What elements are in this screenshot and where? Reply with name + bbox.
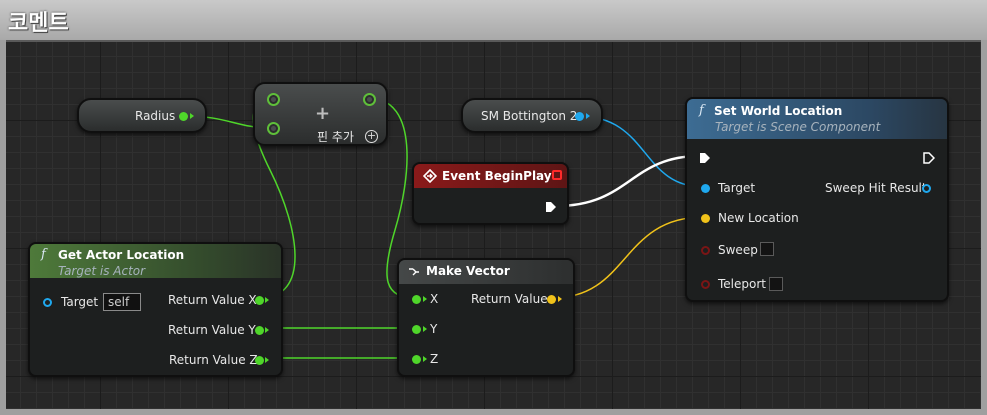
make-vector-z-pin[interactable]: [412, 355, 421, 364]
return-value-y-pin[interactable]: [255, 326, 264, 335]
teleport-checkbox[interactable]: [769, 277, 783, 291]
event-beginplay-title: Event BeginPlay: [442, 169, 552, 183]
add-node-output-pin[interactable]: [363, 93, 376, 106]
sm-bottington-label: SM Bottington 2: [481, 109, 578, 123]
z-pin-arrow-icon: [423, 356, 427, 362]
actor-target-input-pin[interactable]: [43, 298, 52, 307]
function-icon: f: [699, 103, 704, 118]
add-operator-icon: +: [315, 103, 331, 124]
return-value-y-label: Return Value Y: [168, 323, 256, 337]
return-x-arrow-icon: [265, 297, 269, 303]
sweep-label: Sweep: [718, 243, 758, 257]
set-world-location-subtitle: Target is Scene Component: [715, 120, 881, 134]
make-vector-y-pin[interactable]: [412, 325, 421, 334]
teleport-input-pin[interactable]: [701, 280, 710, 289]
y-pin-arrow-icon: [423, 326, 427, 332]
add-node-input-pin-a[interactable]: [267, 93, 280, 106]
return-value-z-label: Return Value Z: [169, 353, 258, 367]
radius-output-arrow-icon: [190, 113, 194, 119]
make-vector-title: Make Vector: [426, 264, 510, 278]
target-input-pin[interactable]: [701, 184, 710, 193]
return-y-arrow-icon: [265, 327, 269, 333]
beginplay-exec-output-icon[interactable]: [545, 201, 557, 213]
make-vector-x-label: X: [430, 292, 439, 306]
make-vector-return-pin[interactable]: [547, 295, 556, 304]
radius-output-pin[interactable]: [179, 112, 188, 121]
make-vector-y-label: Y: [430, 322, 438, 336]
set-world-location-title: Set World Location: [714, 104, 843, 118]
add-node[interactable]: + 핀 추가 +: [253, 82, 388, 146]
delegate-pin-icon[interactable]: [552, 170, 562, 180]
add-node-input-pin-b[interactable]: [267, 122, 280, 135]
make-vector-node[interactable]: Make Vector X Return Value Y Z: [397, 258, 575, 377]
get-actor-location-node[interactable]: f Get Actor Location Target is Actor Tar…: [28, 242, 283, 377]
get-actor-location-title: Get Actor Location: [58, 248, 185, 262]
function-icon: f: [41, 247, 46, 262]
add-pin-plus-icon[interactable]: +: [365, 130, 378, 143]
return-value-z-pin[interactable]: [255, 356, 264, 365]
make-vector-x-pin[interactable]: [412, 295, 421, 304]
sm-bottington-output-pin[interactable]: [575, 112, 584, 121]
make-struct-icon: [409, 268, 419, 276]
sm-bottington-node[interactable]: SM Bottington 2: [461, 98, 603, 133]
return-vector-arrow-icon: [558, 296, 562, 302]
return-value-x-label: Return Value X: [168, 293, 257, 307]
set-world-location-node[interactable]: f Set World Location Target is Scene Com…: [685, 97, 949, 302]
wire-exec: [555, 154, 701, 208]
sm-bottington-arrow-icon: [586, 113, 590, 119]
return-z-arrow-icon: [265, 357, 269, 363]
target-input-label: Target: [718, 181, 756, 195]
actor-target-self-field[interactable]: self: [103, 293, 141, 311]
x-pin-arrow-icon: [423, 296, 427, 302]
exec-input-pin-icon[interactable]: [699, 152, 711, 164]
radius-label: Radius: [135, 109, 176, 123]
teleport-label: Teleport: [718, 277, 766, 291]
new-location-input-pin[interactable]: [701, 214, 710, 223]
radius-node[interactable]: Radius: [77, 98, 207, 133]
event-beginplay-node[interactable]: Event BeginPlay: [412, 162, 569, 225]
sweep-checkbox[interactable]: [760, 242, 774, 256]
sweep-hit-result-label: Sweep Hit Result: [825, 181, 927, 195]
event-diamond-icon: [423, 169, 437, 183]
new-location-label: New Location: [718, 211, 799, 225]
add-pin-button-label[interactable]: 핀 추가: [317, 128, 354, 145]
blueprint-graph-canvas[interactable]: 코멘트 Radius + 핀 추가 + SM Bottington 2 f Se…: [0, 0, 987, 415]
make-vector-return-label: Return Value: [471, 292, 548, 306]
make-vector-z-label: Z: [430, 352, 439, 366]
actor-target-label: Target: [61, 295, 99, 309]
get-actor-location-subtitle: Target is Actor: [58, 264, 146, 278]
return-value-x-pin[interactable]: [255, 296, 264, 305]
sweep-hit-result-pin[interactable]: [922, 184, 931, 193]
sweep-input-pin[interactable]: [701, 246, 710, 255]
exec-output-pin-icon[interactable]: [923, 152, 935, 164]
